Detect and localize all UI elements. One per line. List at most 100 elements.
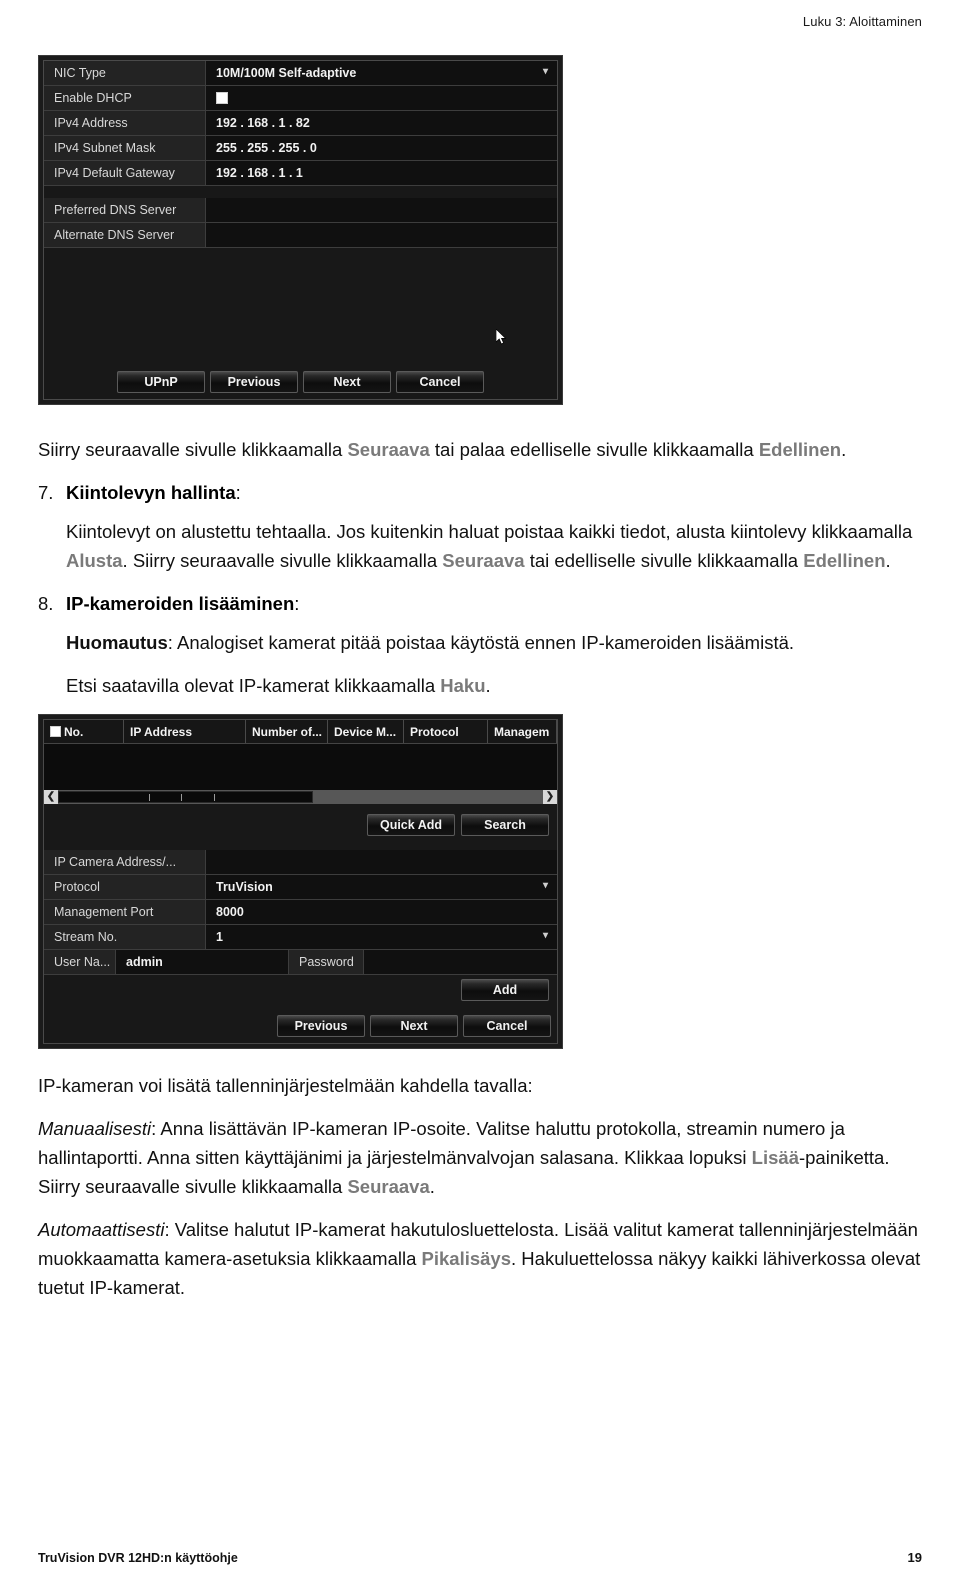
step-8-title: IP-kameroiden lisääminen: <box>66 589 922 618</box>
upnp-button[interactable]: UPnP <box>117 371 205 393</box>
protocol-text: TruVision <box>216 880 273 894</box>
p1-highlight-edellinen: Edellinen <box>758 439 842 460</box>
step-7-title-text: Kiintolevyn hallinta <box>66 482 236 503</box>
column-label-no: No. <box>64 725 84 739</box>
input-ip-camera-address[interactable] <box>206 850 557 874</box>
field-row-ip-camera-address[interactable]: IP Camera Address/... <box>44 850 557 875</box>
manual-method-label: Manuaalisesti <box>38 1118 152 1139</box>
field-row-preferred-dns[interactable]: Preferred DNS Server <box>44 198 557 223</box>
ip-camera-dialog-button-bar: Previous Next Cancel <box>44 1015 557 1037</box>
select-all-checkbox[interactable] <box>50 726 61 738</box>
cancel-button-2[interactable]: Cancel <box>463 1015 551 1037</box>
paragraph-two-ways: IP-kameran voi lisätä tallenninjärjestel… <box>38 1075 533 1096</box>
input-ipv4-subnet-mask[interactable]: 255 . 255 . 255 . 0 <box>206 136 557 160</box>
manual-text-a: : Anna lisättävän IP-kameran IP-osoite. … <box>38 1118 845 1168</box>
step7-text-c: tai edelliselle sivulle klikkaamalla <box>524 550 804 571</box>
page-footer: TruVision DVR 12HD:n käyttöohje 19 <box>38 1550 922 1565</box>
manual-highlight-seuraava: Seuraava <box>347 1176 430 1197</box>
search-hint-a: Etsi saatavilla olevat IP-kamerat klikka… <box>66 675 441 696</box>
column-header-number-of[interactable]: Number of... <box>246 720 328 743</box>
column-header-no[interactable]: No. <box>44 720 124 743</box>
field-row-ipv4-default-gateway[interactable]: IPv4 Default Gateway 192 . 168 . 1 . 1 <box>44 161 557 186</box>
mouse-cursor-icon <box>496 329 507 345</box>
field-row-stream-no[interactable]: Stream No. 1 ▾ <box>44 925 557 950</box>
camera-search-actions: Quick Add Search <box>44 804 557 836</box>
label-nic-type: NIC Type <box>44 61 206 85</box>
input-alternate-dns-server[interactable] <box>206 223 557 247</box>
scrollbar-thumb[interactable] <box>58 791 313 803</box>
label-ipv4-default-gateway: IPv4 Default Gateway <box>44 161 206 185</box>
column-header-device-model[interactable]: Device M... <box>328 720 404 743</box>
field-row-user-credentials[interactable]: User Na... admin Password <box>44 950 557 975</box>
manual-highlight-lisaa: Lisää <box>751 1147 799 1168</box>
field-row-ipv4-subnet-mask[interactable]: IPv4 Subnet Mask 255 . 255 . 255 . 0 <box>44 136 557 161</box>
field-row-protocol[interactable]: Protocol TruVision ▾ <box>44 875 557 900</box>
paragraph-manual-method: Manuaalisesti: Anna lisättävän IP-kamera… <box>38 1114 922 1201</box>
step7-highlight-seuraava: Seuraava <box>442 550 525 571</box>
step-8-search-hint: Etsi saatavilla olevat IP-kamerat klikka… <box>66 671 922 700</box>
step-8-title-colon: : <box>294 593 300 614</box>
step-item-7: 7. Kiintolevyn hallinta: Kiintolevyt on … <box>38 478 922 575</box>
label-management-port: Management Port <box>44 900 206 924</box>
value-protocol[interactable]: TruVision ▾ <box>206 875 557 899</box>
input-ipv4-default-gateway[interactable]: 192 . 168 . 1 . 1 <box>206 161 557 185</box>
label-protocol: Protocol <box>44 875 206 899</box>
step7-highlight-edellinen: Edellinen <box>803 550 886 571</box>
automatic-method-label: Automaattisesti <box>38 1219 165 1240</box>
scroll-right-arrow-icon[interactable]: ❯ <box>543 790 557 804</box>
camera-table-header-row: No. IP Address Number of... Device M... … <box>44 720 557 744</box>
search-hint-highlight-haku: Haku <box>440 675 486 696</box>
chevron-down-icon[interactable]: ▾ <box>543 67 548 77</box>
previous-button-2[interactable]: Previous <box>277 1015 365 1037</box>
checkbox-enable-dhcp[interactable] <box>216 91 228 104</box>
note-label: Huomautus <box>66 632 168 653</box>
quick-add-button[interactable]: Quick Add <box>367 814 455 836</box>
footer-page-number: 19 <box>907 1550 922 1565</box>
paragraph-next-previous: Siirry seuraavalle sivulle klikkaamalla … <box>38 435 922 464</box>
step-8-note: Huomautus: Analogiset kamerat pitää pois… <box>66 628 922 657</box>
field-row-management-port[interactable]: Management Port 8000 <box>44 900 557 925</box>
value-stream-no[interactable]: 1 ▾ <box>206 925 557 949</box>
page-content: NIC Type 10M/100M Self-adaptive ▾ Enable… <box>38 55 922 1316</box>
field-row-alternate-dns[interactable]: Alternate DNS Server <box>44 223 557 248</box>
label-stream-no: Stream No. <box>44 925 206 949</box>
p1-highlight-seuraava: Seuraava <box>347 439 430 460</box>
chevron-down-icon-protocol[interactable]: ▾ <box>543 881 548 891</box>
cancel-button[interactable]: Cancel <box>396 371 484 393</box>
column-header-protocol[interactable]: Protocol <box>404 720 488 743</box>
search-hint-b: . <box>485 675 491 696</box>
value-nic-type[interactable]: 10M/100M Self-adaptive ▾ <box>206 61 557 85</box>
stream-no-text: 1 <box>216 930 223 944</box>
column-header-ip-address[interactable]: IP Address <box>124 720 246 743</box>
field-row-ipv4-address[interactable]: IPv4 Address 192 . 168 . 1 . 82 <box>44 111 557 136</box>
next-button[interactable]: Next <box>303 371 391 393</box>
input-password[interactable] <box>364 950 557 974</box>
column-header-management-port[interactable]: Managem <box>488 720 557 743</box>
input-management-port[interactable]: 8000 <box>206 900 557 924</box>
numbered-steps-list: 7. Kiintolevyn hallinta: Kiintolevyt on … <box>38 478 922 700</box>
next-button-2[interactable]: Next <box>370 1015 458 1037</box>
network-dialog-button-bar: UPnP Previous Next Cancel <box>44 371 557 393</box>
step-7-number: 7. <box>38 482 54 503</box>
chevron-down-icon-stream[interactable]: ▾ <box>543 931 548 941</box>
previous-button[interactable]: Previous <box>210 371 298 393</box>
p1-text-a: Siirry seuraavalle sivulle klikkaamalla <box>38 439 348 460</box>
value-enable-dhcp[interactable] <box>206 86 557 110</box>
form-gap <box>44 186 557 198</box>
network-dialog: NIC Type 10M/100M Self-adaptive ▾ Enable… <box>43 60 558 400</box>
scroll-left-arrow-icon[interactable]: ❮ <box>44 790 58 804</box>
label-alternate-dns-server: Alternate DNS Server <box>44 223 206 247</box>
automatic-highlight-pikalisays: Pikalisäys <box>421 1248 512 1269</box>
step7-highlight-alusta: Alusta <box>66 550 123 571</box>
note-text: : Analogiset kamerat pitää poistaa käytö… <box>167 632 795 653</box>
input-user-name[interactable]: admin <box>116 950 288 974</box>
label-password: Password <box>288 950 364 974</box>
camera-table-horizontal-scrollbar[interactable]: ❮ ❯ <box>44 790 557 804</box>
screenshot-network-settings: NIC Type 10M/100M Self-adaptive ▾ Enable… <box>38 55 563 405</box>
field-row-enable-dhcp[interactable]: Enable DHCP <box>44 86 557 111</box>
search-button[interactable]: Search <box>461 814 549 836</box>
add-button[interactable]: Add <box>461 979 549 1001</box>
input-preferred-dns-server[interactable] <box>206 198 557 222</box>
input-ipv4-address[interactable]: 192 . 168 . 1 . 82 <box>206 111 557 135</box>
field-row-nic-type[interactable]: NIC Type 10M/100M Self-adaptive ▾ <box>44 61 557 86</box>
